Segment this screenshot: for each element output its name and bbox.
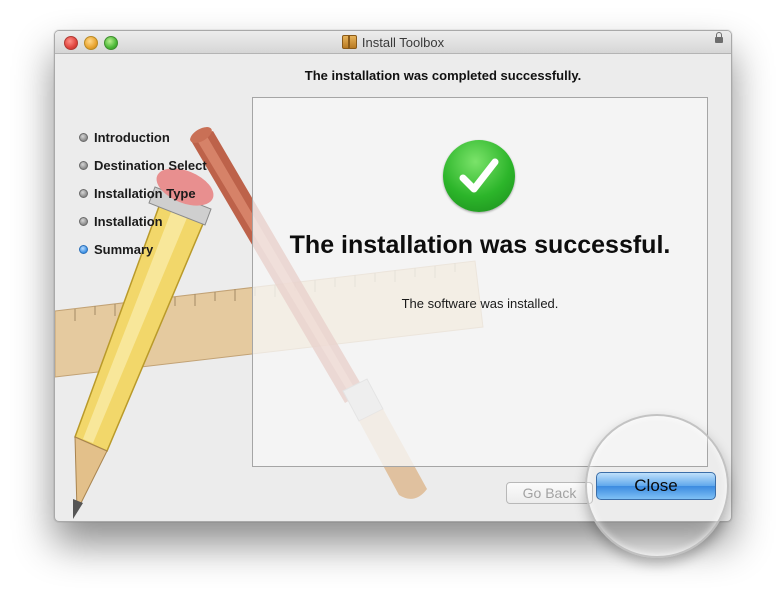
step-installation: Installation xyxy=(79,207,207,235)
success-title: The installation was successful. xyxy=(289,231,671,259)
step-destination-select: Destination Select xyxy=(79,151,207,179)
step-active-bullet-icon xyxy=(79,244,88,254)
step-label: Installation Type xyxy=(94,185,196,201)
checkmark-icon xyxy=(443,140,515,212)
step-bullet-icon xyxy=(79,188,88,198)
installer-window: Install Toolbox The installation was com… xyxy=(54,30,732,522)
step-label: Installation xyxy=(94,213,163,229)
step-summary: Summary xyxy=(79,235,207,263)
installer-steps: Introduction Destination Select Installa… xyxy=(79,123,207,263)
success-message: The software was installed. xyxy=(401,296,559,311)
step-label: Summary xyxy=(94,241,154,257)
step-bullet-icon xyxy=(79,216,88,226)
step-installation-type: Installation Type xyxy=(79,179,207,207)
title-bar[interactable]: Install Toolbox xyxy=(55,31,731,54)
package-icon xyxy=(341,35,357,49)
summary-panel: The installation was successful. The sof… xyxy=(252,97,708,467)
step-bullet-icon xyxy=(79,132,88,142)
step-label: Introduction xyxy=(94,129,170,145)
step-label: Destination Select xyxy=(94,157,207,173)
step-bullet-icon xyxy=(79,160,88,170)
window-title: Install Toolbox xyxy=(361,34,445,50)
step-introduction: Introduction xyxy=(79,123,207,151)
go-back-button[interactable]: Go Back xyxy=(506,482,593,504)
window-title-group: Install Toolbox xyxy=(55,31,731,53)
lock-icon xyxy=(715,32,723,43)
close-button[interactable]: Close xyxy=(596,472,716,500)
status-heading: The installation was completed successfu… xyxy=(304,68,582,83)
